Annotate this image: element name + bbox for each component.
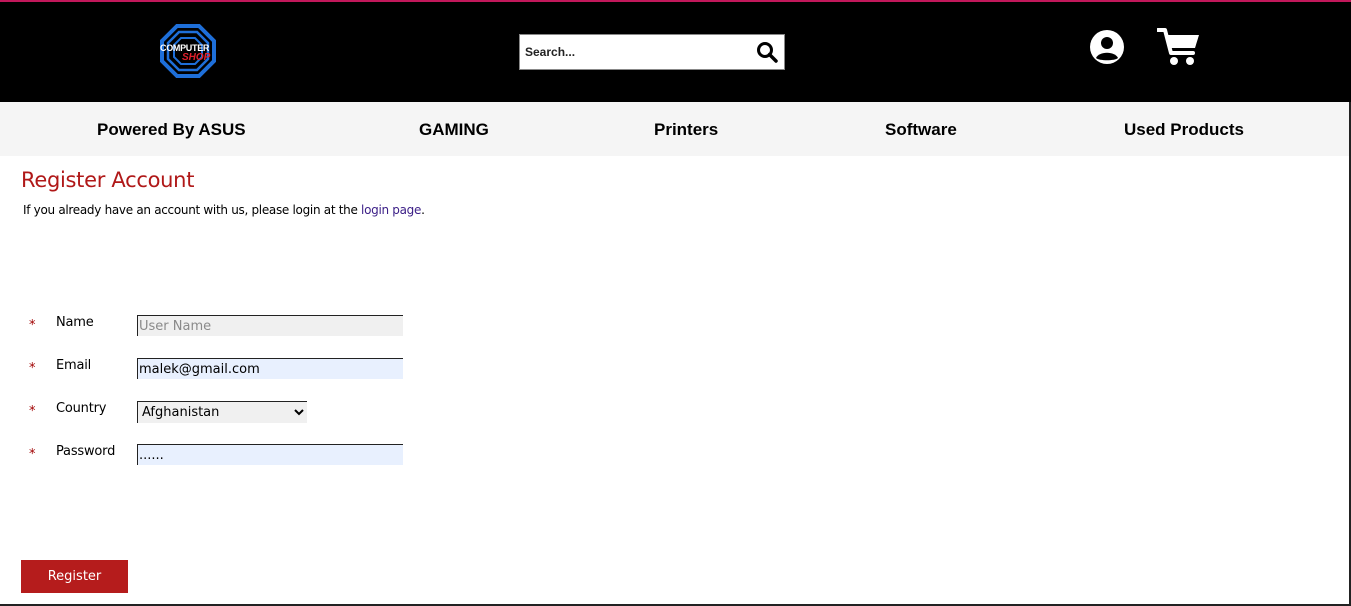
required-marker: *: [29, 318, 36, 333]
site-header: COMPUTER SHOP: [0, 2, 1351, 102]
required-marker: *: [29, 447, 36, 462]
password-row: * Password: [0, 444, 420, 468]
user-circle-icon[interactable]: [1089, 29, 1125, 65]
shopping-cart-icon[interactable]: [1157, 27, 1201, 67]
search-icon[interactable]: [756, 41, 778, 63]
login-page-link[interactable]: login page: [361, 203, 421, 217]
info-suffix: .: [421, 203, 425, 217]
email-input[interactable]: [137, 358, 403, 379]
main-nav: Powered By ASUS GAMING Printers Software…: [0, 102, 1351, 156]
nav-item-printers[interactable]: Printers: [654, 120, 718, 140]
country-row: * Country Afghanistan: [0, 401, 420, 425]
name-input[interactable]: [137, 315, 403, 336]
search-input[interactable]: [520, 35, 750, 69]
nav-item-used-products[interactable]: Used Products: [1124, 120, 1244, 140]
page-title: Register Account: [21, 168, 195, 192]
nav-item-powered-by-asus[interactable]: Powered By ASUS: [97, 120, 246, 140]
country-select[interactable]: Afghanistan: [137, 401, 307, 423]
required-marker: *: [29, 404, 36, 419]
logo-text-shop: SHOP: [182, 52, 211, 63]
nav-item-gaming[interactable]: GAMING: [419, 120, 489, 140]
name-row: * Name: [0, 315, 420, 339]
password-input[interactable]: [137, 444, 403, 465]
info-prefix: If you already have an account with us, …: [23, 203, 362, 217]
email-row: * Email: [0, 358, 420, 382]
email-label: Email: [56, 358, 92, 373]
register-button[interactable]: Register: [21, 560, 128, 593]
search-box: [519, 34, 785, 70]
name-label: Name: [56, 315, 94, 330]
country-label: Country: [56, 401, 107, 416]
nav-item-software[interactable]: Software: [885, 120, 957, 140]
required-marker: *: [29, 361, 36, 376]
password-label: Password: [56, 444, 116, 459]
site-logo[interactable]: COMPUTER SHOP: [158, 24, 220, 78]
login-info-text: If you already have an account with us, …: [23, 203, 425, 217]
